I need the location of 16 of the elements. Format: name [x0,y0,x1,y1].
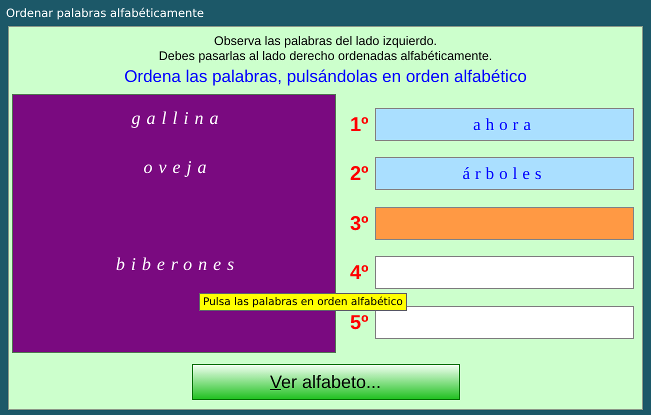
ordinal-label: 2º [350,162,370,186]
window-title: Ordenar palabras alfabéticamente [6,6,204,20]
alphabet-button[interactable]: Ver alfabeto... [192,364,460,400]
word-option[interactable]: oveja [144,156,212,178]
instruction-text: Observa las palabras del lado izquierdo. [214,34,438,49]
tooltip: Pulsa las palabras en orden alfabético [199,293,407,311]
ordinal-label: 4º [350,261,370,286]
heading: Ordena las palabras, pulsándolas en orden alfabético [123,67,528,87]
instruction-text: Debes pasarlas al lado derecho ordenadas alfabéticamente. [158,49,492,64]
ordinal-label: 3º [350,212,370,236]
ordinal-label: 1º [350,113,370,137]
word-option[interactable]: gallina [131,108,224,129]
word-option[interactable]: biberones [116,254,240,276]
answer-slot: árboles [375,157,634,190]
answer-slot: ahora [375,108,634,141]
ordinal-label: 5º [350,310,370,335]
